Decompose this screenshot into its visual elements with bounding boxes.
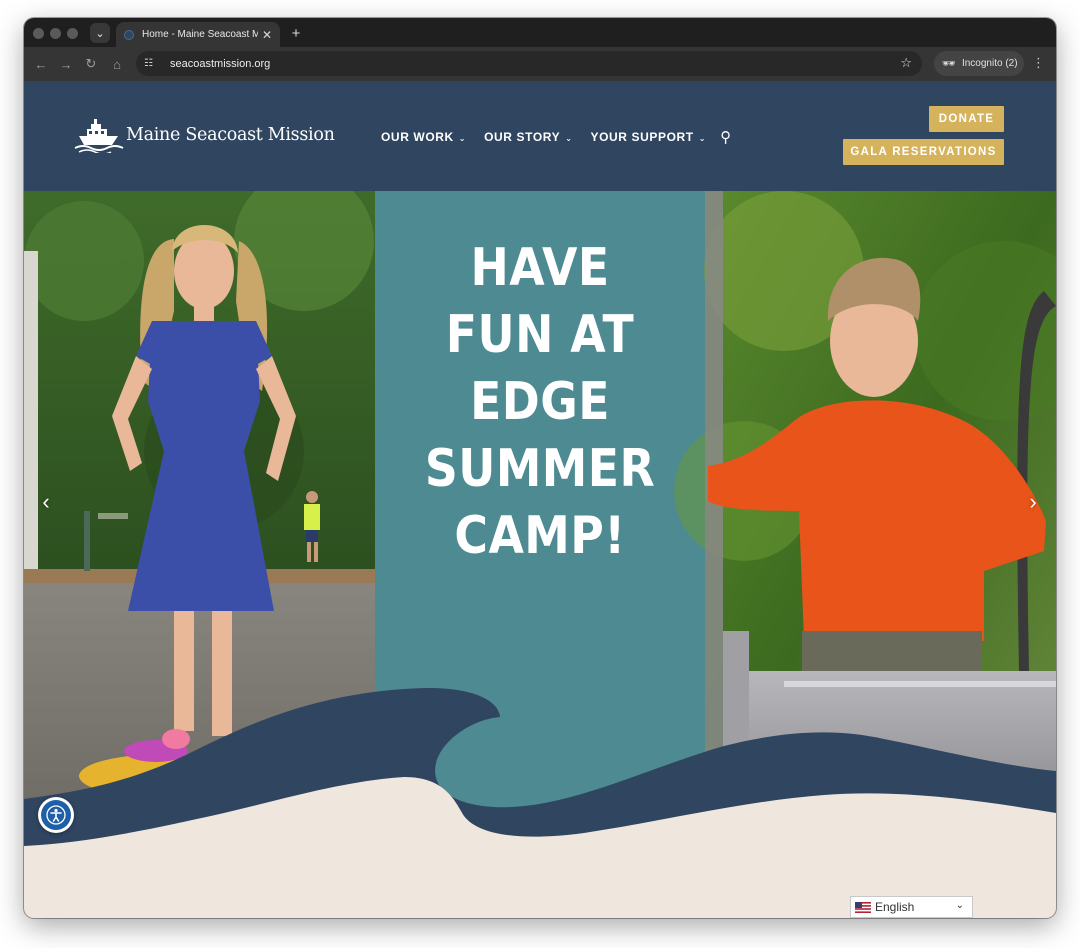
boat-logo-icon (74, 119, 124, 153)
incognito-label: Incognito (2) (961, 58, 1018, 69)
headline-line: EDGE (470, 372, 610, 432)
search-icon[interactable]: ⚲ (720, 128, 731, 146)
site-info-icon[interactable]: ☷ (144, 58, 162, 69)
main-nav: OUR WORK ⌄ OUR STORY ⌄ YOUR SUPPORT ⌄ ⚲ (381, 128, 731, 146)
nav-item-label: OUR STORY (484, 130, 561, 144)
nav-item-our-story[interactable]: OUR STORY ⌄ (484, 130, 572, 144)
nav-item-our-work[interactable]: OUR WORK ⌄ (381, 130, 466, 144)
site-logo[interactable]: Maine Seacoast Mission (74, 117, 335, 153)
chevron-down-icon: ⌄ (565, 133, 573, 143)
slider-next-arrow-icon[interactable]: › (1022, 487, 1044, 517)
accessibility-icon (41, 800, 71, 830)
address-bar[interactable]: ☷ seacoastmission.org ☆ (136, 51, 922, 76)
headline-line: CAMP! (454, 506, 626, 566)
back-icon[interactable]: ← (32, 55, 50, 73)
new-tab-icon[interactable]: + (286, 23, 306, 43)
tab-title: Home - Maine Seacoast Missio (142, 29, 258, 40)
incognito-icon: 🕶 (942, 58, 956, 70)
us-flag-icon (855, 901, 871, 913)
donate-button[interactable]: DONATE (929, 106, 1004, 132)
forward-icon[interactable]: → (57, 55, 75, 73)
chevron-down-icon: ⌄ (458, 133, 467, 143)
close-window-button[interactable] (33, 28, 44, 39)
tab-search-icon[interactable]: ⌄ (90, 23, 110, 43)
accessibility-button[interactable] (38, 797, 74, 833)
hero-headline: HAVE FUN AT EDGE SUMMER CAMP! (395, 235, 685, 570)
home-icon[interactable]: ⌂ (108, 55, 126, 73)
maximize-window-button[interactable] (67, 28, 78, 39)
chevron-down-icon: ⌄ (955, 900, 964, 911)
reload-icon[interactable]: ↻ (82, 55, 100, 73)
bookmark-star-icon[interactable]: ☆ (900, 55, 912, 71)
slider-prev-arrow-icon[interactable]: ‹ (35, 487, 57, 517)
logo-text: Maine Seacoast Mission (126, 125, 335, 145)
nav-item-label: YOUR SUPPORT (590, 130, 694, 144)
nav-item-your-support[interactable]: YOUR SUPPORT ⌄ (591, 130, 707, 144)
hero-slider: HAVE FUN AT EDGE SUMMER CAMP! ‹ › Englis… (24, 191, 1056, 918)
browser-toolbar: ← → ↻ ⌂ ☷ seacoastmission.org ☆ 🕶 Incogn… (24, 47, 1056, 81)
menu-icon[interactable]: ⋮ (1032, 55, 1045, 71)
minimize-window-button[interactable] (50, 28, 61, 39)
tab-strip: ⌄ Home - Maine Seacoast Missio ✕ + (24, 18, 1056, 47)
browser-window: ⌄ Home - Maine Seacoast Missio ✕ + ← → ↻… (24, 18, 1056, 918)
favicon-icon (124, 29, 134, 40)
site-header: Maine Seacoast Mission OUR WORK ⌄ OUR ST… (24, 81, 1056, 191)
url-text: seacoastmission.org (170, 57, 271, 70)
headline-line: FUN AT (445, 305, 635, 365)
headline-line: SUMMER (424, 439, 656, 499)
nav-item-label: OUR WORK (381, 130, 454, 144)
close-tab-icon[interactable]: ✕ (262, 29, 272, 41)
right-photo (674, 191, 1056, 811)
language-label: English (875, 900, 915, 914)
chevron-down-icon: ⌄ (698, 133, 707, 143)
headline-line: HAVE (470, 238, 610, 298)
language-selector[interactable]: English ⌄ (850, 896, 973, 918)
gala-reservations-button[interactable]: GALA RESERVATIONS (843, 139, 1004, 165)
incognito-button[interactable]: 🕶 Incognito (2) (934, 51, 1024, 76)
browser-tab[interactable]: Home - Maine Seacoast Missio ✕ (116, 22, 280, 47)
